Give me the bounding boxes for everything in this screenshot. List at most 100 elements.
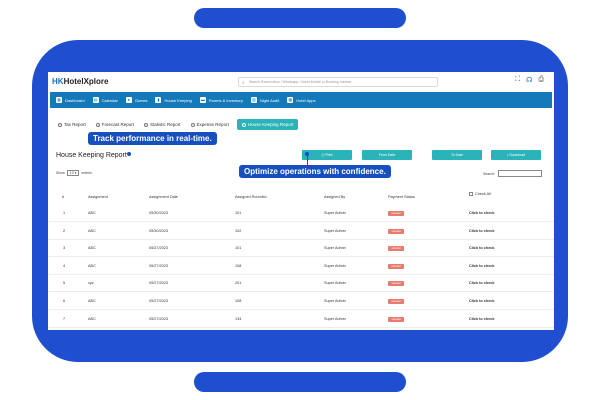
click-to-check[interactable]: Click to check	[469, 246, 495, 250]
callout-dot	[127, 152, 131, 156]
top-bar: HKHotelXplore ⌕ Search Reservation / Wha…	[48, 72, 554, 92]
nav-hotel-apps[interactable]: ▩ Hotel Apps	[287, 97, 316, 103]
row-assignment: ABC	[88, 299, 96, 303]
row-assigned-by: Super Admin	[324, 263, 346, 268]
row-room: 108	[235, 299, 242, 303]
table-row[interactable]: 2 ABC 05/30/2023 102 Super Admin Unpaid Click …	[48, 222, 554, 240]
night-audit-icon: ▥	[250, 97, 257, 103]
status-badge: Unpaid	[388, 246, 404, 252]
tab-tax-report[interactable]: Tax Report	[56, 120, 88, 129]
tab-statistic-report[interactable]: Statistic Report	[142, 120, 183, 129]
row-room: 134	[235, 316, 242, 321]
table-row[interactable]: 6 ABC 05/27/2023 108 Super Admin Unpaid Click …	[48, 292, 554, 310]
nav-dashboard[interactable]: ▦ Dashboard	[56, 97, 85, 103]
download-button[interactable]: ⤓ Download	[491, 150, 541, 160]
row-date: 05/30/2023	[149, 211, 169, 215]
checkbox-icon	[469, 192, 473, 196]
nav-house-keeping[interactable]: ▮ House Keeping	[155, 97, 192, 103]
fullscreen-icon[interactable]: ⛶	[515, 76, 520, 84]
app-screen: HKHotelXplore ⌕ Search Reservation / Wha…	[48, 72, 554, 330]
to-date-button[interactable]: To Date	[432, 150, 482, 160]
row-date: 05/27/2023	[149, 263, 169, 268]
entries-select[interactable]: 10 ▾	[66, 170, 80, 176]
show-entries: Show 10 ▾ entries	[56, 170, 92, 176]
tab-forecast-report[interactable]: Forecast Report	[94, 120, 136, 129]
click-to-check[interactable]: Click to check	[469, 264, 495, 268]
row-num: 1	[63, 211, 66, 215]
click-to-check[interactable]: Click to check	[469, 317, 495, 321]
decor-top-pill	[194, 8, 406, 28]
row-assignment: ABC	[88, 246, 96, 251]
app-logo[interactable]: HKHotelXplore	[52, 77, 108, 86]
row-room: 101	[235, 246, 242, 251]
table-row[interactable]: 4 ABC 05/27/2023 108 Super Admin Unpaid Click …	[48, 257, 554, 275]
table-row[interactable]: 3 ABC 05/27/2023 101 Super Admin Unpaid Click …	[48, 239, 554, 258]
row-date: 05/27/2023	[149, 299, 169, 303]
row-assigned-by: Super Admin	[324, 281, 346, 286]
from-date-button[interactable]: From Date	[362, 150, 412, 160]
nav-night-audit[interactable]: ▥ Night Audit	[250, 97, 279, 103]
print-button[interactable]: ⎙ Print	[302, 150, 352, 160]
decor-bottom-pill	[194, 372, 406, 392]
nav-rooms-inventory[interactable]: ▬ Rooms & Inventory	[199, 97, 243, 103]
click-to-check[interactable]: Click to check	[469, 211, 495, 215]
row-num: 3	[63, 246, 66, 251]
row-assigned-by: Super Admin	[324, 316, 346, 321]
row-assignment: ABC	[88, 228, 96, 233]
table-header: # Assignment Assignment Date Assigned Ro…	[48, 192, 554, 204]
apps-icon: ▩	[287, 97, 294, 103]
row-assignment: ABC	[88, 316, 96, 321]
row-assigned-by: Super Admin	[324, 299, 346, 303]
housekeeping-icon: ▮	[155, 97, 162, 103]
col-num[interactable]: #	[62, 195, 64, 199]
top-icons: ⛶ ☊ ⎙	[515, 76, 544, 84]
radio-icon	[190, 122, 195, 127]
status-badge: Unpaid	[388, 316, 404, 322]
report-tabs: Tax Report Forecast Report Statistic Rep…	[56, 119, 299, 130]
table-search-input[interactable]	[498, 170, 542, 177]
tab-expense-report[interactable]: Expense Report	[189, 120, 231, 129]
row-date: 05/27/2023	[149, 281, 169, 286]
table-row[interactable]: 1 ABC 05/30/2023 101 Super Admin Unpaid Click …	[48, 204, 554, 222]
col-date[interactable]: Assignment Date	[149, 195, 178, 199]
row-assignment: ABC	[88, 263, 96, 268]
col-assigned-by[interactable]: Assigned By	[324, 195, 345, 199]
status-badge: Unpaid	[388, 299, 404, 304]
row-num: 7	[63, 316, 66, 321]
row-assigned-by: Super Admin	[324, 246, 346, 251]
row-room: 108	[235, 263, 242, 268]
radio-icon	[95, 122, 100, 127]
row-assigned-by: Super Admin	[324, 228, 346, 233]
table-row[interactable]: 7 ABC 05/27/2023 134 Super Admin Unpaid Click …	[48, 310, 554, 328]
radio-icon	[144, 122, 149, 127]
nav-calendar[interactable]: ▤ Calendar	[92, 97, 118, 103]
tab-house-keeping-report[interactable]: House Keeping Report	[236, 119, 299, 130]
click-to-check[interactable]: Click to check	[469, 281, 495, 285]
table-row[interactable]: 5 xyz 05/27/2023 201 Super Admin Unpaid Click …	[48, 274, 554, 293]
status-badge: Unpaid	[388, 263, 404, 269]
radio-icon	[241, 122, 246, 127]
headset-icon[interactable]: ☊	[526, 76, 532, 84]
guests-icon: ●	[125, 97, 132, 103]
row-room: 102	[235, 228, 242, 233]
calendar-icon: ▤	[92, 97, 99, 103]
table-search: Search:	[483, 170, 542, 177]
radio-icon	[58, 122, 62, 127]
status-badge: Unpaid	[388, 281, 404, 287]
printer-icon[interactable]: ⎙	[538, 76, 544, 84]
row-assignment: ABC	[88, 211, 96, 215]
global-search-input[interactable]: ⌕ Search Reservation / Whatsapp, Guest M…	[238, 77, 438, 87]
click-to-check[interactable]: Click to check	[469, 229, 495, 233]
row-num: 4	[63, 263, 66, 268]
row-assignment: xyz	[88, 281, 94, 286]
nav-guests[interactable]: ● Guests	[125, 97, 147, 103]
click-to-check[interactable]: Click to check	[469, 299, 495, 303]
col-assignment[interactable]: Assignment	[88, 195, 108, 199]
check-all[interactable]: Check All	[469, 192, 491, 196]
col-room[interactable]: Assigned RoomNo	[235, 195, 267, 199]
row-date: 05/27/2023	[149, 246, 169, 251]
col-payment-status[interactable]: Payment Status	[388, 195, 415, 199]
callout-track-performance: Track performance in real-time.	[88, 132, 217, 145]
dashboard-icon: ▦	[56, 97, 62, 103]
page-title: House Keeping Report	[56, 152, 127, 159]
